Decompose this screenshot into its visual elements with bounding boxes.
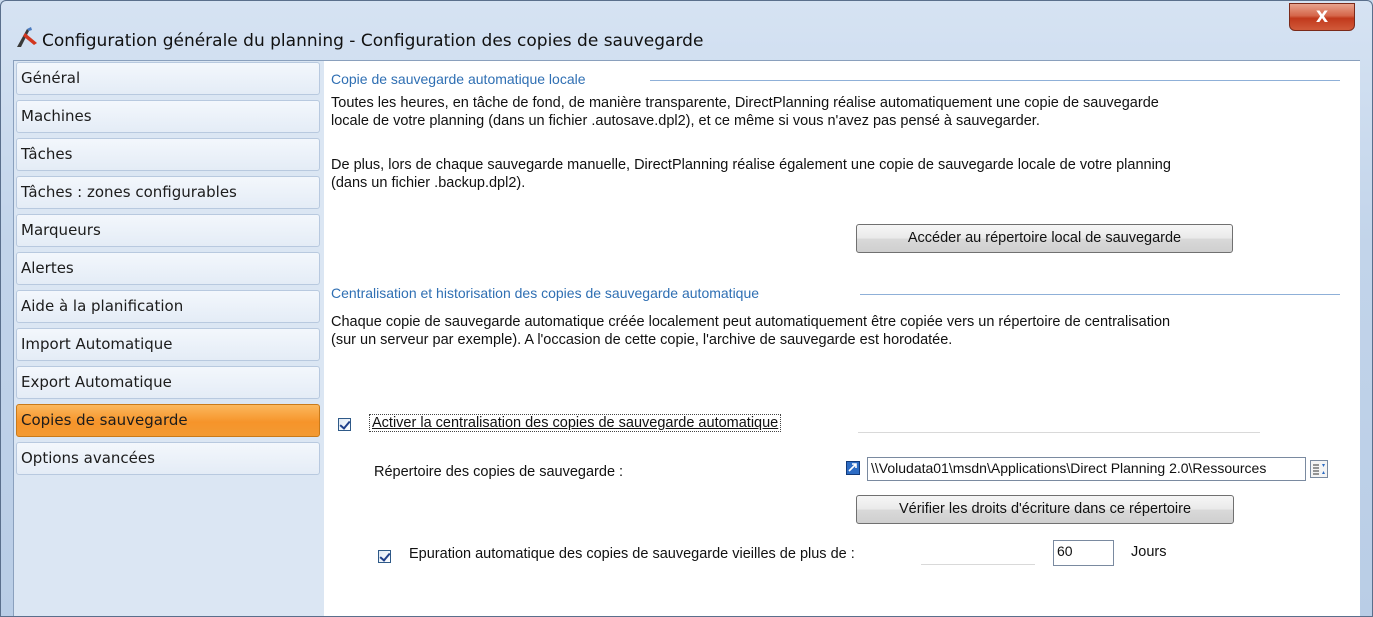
enable-divider (858, 432, 1260, 433)
browse-folder-icon[interactable] (1310, 460, 1328, 478)
section-heading-central: Centralisation et historisation des copi… (331, 285, 760, 301)
local-paragraph-2-line1: De plus, lors de chaque sauvegarde manue… (331, 157, 1171, 173)
central-paragraph-line1: Chaque copie de sauvegarde automatique c… (331, 314, 1171, 330)
sidebar-item-taches[interactable]: Tâches (16, 138, 320, 171)
sidebar-item-options-avancees[interactable]: Options avancées (16, 442, 320, 475)
verify-write-rights-button[interactable]: Vérifier les droits d'écriture dans ce r… (856, 495, 1234, 524)
title-bar[interactable]: Configuration générale du planning - Con… (1, 1, 1372, 51)
dialog-window: Configuration générale du planning - Con… (0, 0, 1373, 617)
sidebar: Général Machines Tâches Tâches : zones c… (14, 61, 324, 616)
local-paragraph-1: Toutes les heures, en tâche de fond, de … (331, 94, 1159, 130)
sidebar-item-general[interactable]: Général (16, 62, 320, 95)
purge-checkbox[interactable] (378, 550, 391, 563)
local-paragraph-2: De plus, lors de chaque sauvegarde manue… (331, 156, 1171, 192)
section-heading-local: Copie de sauvegarde automatique locale (331, 71, 586, 87)
section-rule-local (650, 80, 1340, 81)
purge-days-input[interactable]: 60 (1053, 540, 1114, 566)
dialog-body: Général Machines Tâches Tâches : zones c… (13, 60, 1360, 616)
close-button[interactable]: X (1289, 3, 1355, 31)
sidebar-item-export-automatique[interactable]: Export Automatique (16, 366, 320, 399)
backup-folder-label: Répertoire des copies de sauvegarde : (374, 464, 624, 480)
sidebar-item-machines[interactable]: Machines (16, 100, 320, 133)
enable-centralisation-checkbox[interactable] (338, 418, 351, 431)
sidebar-item-alertes[interactable]: Alertes (16, 252, 320, 285)
sidebar-item-marqueurs[interactable]: Marqueurs (16, 214, 320, 247)
local-paragraph-1-line1: Toutes les heures, en tâche de fond, de … (331, 95, 1159, 111)
local-paragraph-2-line2: (dans un fichier .backup.dpl2). (331, 175, 526, 191)
sidebar-item-import-automatique[interactable]: Import Automatique (16, 328, 320, 361)
central-paragraph: Chaque copie de sauvegarde automatique c… (331, 313, 1170, 349)
local-paragraph-1-line2: locale de votre planning (dans un fichie… (331, 113, 1040, 129)
sidebar-item-copies-sauvegarde[interactable]: Copies de sauvegarde (16, 404, 320, 437)
window-title: Configuration générale du planning - Con… (42, 31, 704, 51)
enable-centralisation-label[interactable]: Activer la centralisation des copies de … (369, 414, 782, 432)
central-paragraph-line2: (sur un serveur par exemple). A l'occasi… (331, 332, 953, 348)
sidebar-item-aide-planification[interactable]: Aide à la planification (16, 290, 320, 323)
sidebar-item-taches-zones[interactable]: Tâches : zones configurables (16, 176, 320, 209)
purge-divider (921, 564, 1035, 565)
purge-label: Epuration automatique des copies de sauv… (409, 546, 855, 562)
purge-days-unit: Jours (1131, 544, 1167, 560)
settings-panel: Copie de sauvegarde automatique locale T… (325, 61, 1360, 616)
folder-link-icon[interactable] (846, 461, 860, 475)
backup-folder-input[interactable]: \\Voludata01\msdn\Applications\Direct Pl… (867, 457, 1306, 481)
open-local-backup-folder-button[interactable]: Accéder au répertoire local de sauvegard… (856, 224, 1233, 253)
app-icon (17, 27, 37, 47)
section-rule-central (860, 294, 1340, 295)
